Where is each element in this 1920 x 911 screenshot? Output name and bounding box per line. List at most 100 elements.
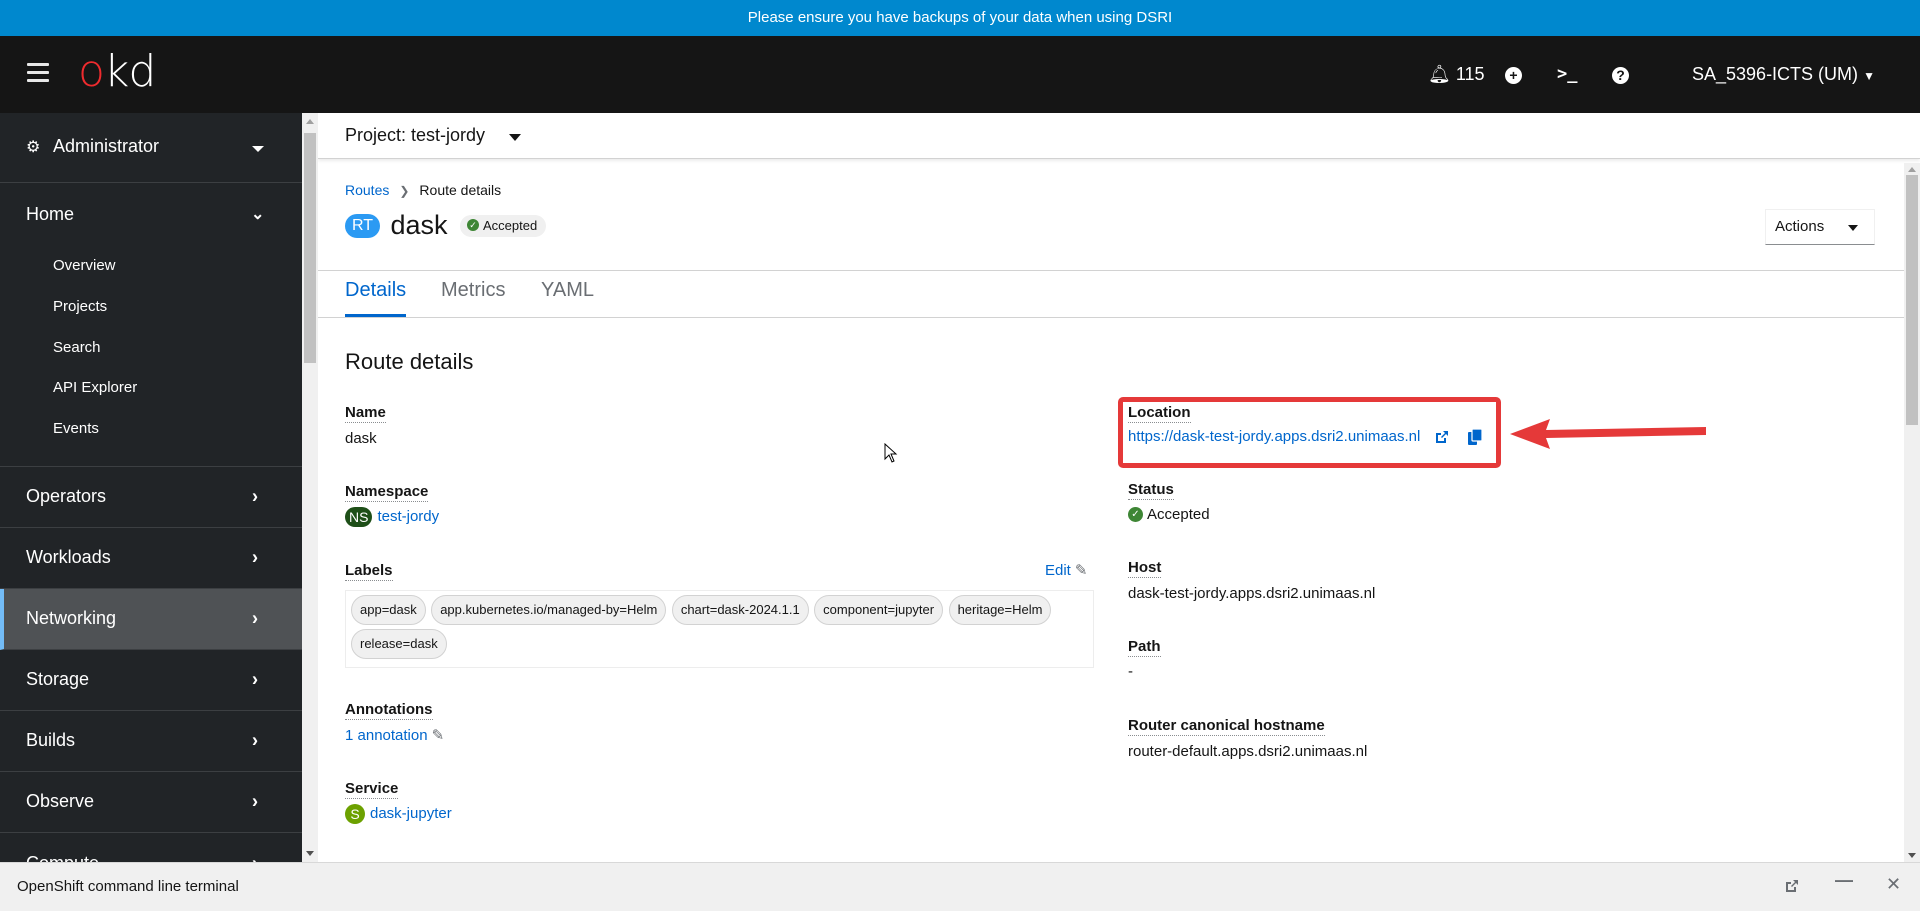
scroll-up-icon[interactable] — [1908, 167, 1916, 172]
breadcrumb: Routes ❯ Route details — [345, 182, 501, 198]
nav-home[interactable]: Home — [26, 204, 74, 225]
nav-section-home: Home ⌄ Overview Projects Search API Expl… — [0, 184, 302, 467]
chevron-right-icon: › — [252, 728, 258, 751]
labels-label: Labels — [345, 562, 393, 581]
content-scrollbar[interactable] — [1904, 163, 1920, 862]
copy-icon[interactable] — [1467, 429, 1482, 446]
location-label: Location — [1128, 404, 1191, 423]
chevron-down-icon[interactable]: ⌄ — [251, 204, 264, 224]
namespace-badge: NS — [345, 507, 373, 527]
tab-yaml[interactable]: YAML — [541, 279, 594, 317]
pencil-icon: ✎ — [1074, 562, 1088, 579]
perspective-switcher[interactable]: ⚙ Administrator — [0, 113, 302, 183]
status-value: ✓ Accepted — [1128, 506, 1210, 523]
nav-item-events[interactable]: Events — [53, 420, 99, 437]
annotations-link[interactable]: 1 annotation — [345, 727, 428, 744]
annotations-label: Annotations — [345, 701, 433, 720]
tab-metrics[interactable]: Metrics — [441, 279, 505, 317]
divider — [318, 317, 1904, 318]
nav-networking[interactable]: Networking › — [0, 589, 302, 650]
nav-builds[interactable]: Builds › — [0, 711, 302, 772]
nav-observe[interactable]: Observe › — [0, 772, 302, 833]
label-chip[interactable]: app.kubernetes.io/managed-by=Helm — [431, 595, 667, 625]
nav-item-overview[interactable]: Overview — [53, 257, 116, 274]
nav-storage[interactable]: Storage › — [0, 650, 302, 711]
terminal-label: OpenShift command line terminal — [17, 878, 239, 895]
nav-compute[interactable]: Compute › — [0, 834, 302, 862]
service-value: Sdask-jupyter — [345, 804, 452, 824]
terminal-button[interactable]: >_ — [1557, 36, 1577, 113]
edit-labels-button[interactable]: Edit ✎ — [1045, 561, 1087, 579]
nav-label: Compute — [26, 853, 99, 862]
mouse-cursor-icon — [884, 443, 898, 463]
scrollbar-thumb[interactable] — [304, 133, 316, 363]
caret-down-icon — [252, 146, 264, 152]
label-chip[interactable]: component=jupyter — [814, 595, 944, 625]
external-link-icon[interactable] — [1434, 429, 1450, 445]
okd-logo[interactable]: okd — [78, 46, 156, 97]
location-link[interactable]: https://dask-test-jordy.apps.dsri2.unima… — [1128, 428, 1420, 445]
plus-circle-icon: + — [1505, 66, 1522, 84]
resource-name: dask — [390, 210, 448, 240]
annotation-arrow — [1510, 419, 1706, 449]
chevron-right-icon: ❯ — [399, 184, 410, 198]
host-label: Host — [1128, 559, 1162, 578]
namespace-value: NS test-jordy — [345, 507, 439, 527]
namespace-link[interactable]: test-jordy — [377, 508, 439, 525]
check-circle-icon: ✓ — [467, 219, 479, 232]
resource-badge: RT — [345, 213, 381, 238]
terminal-drawer[interactable]: OpenShift command line terminal — ✕ — [0, 862, 1920, 911]
sidebar: ⚙ Administrator Home ⌄ Overview Projects… — [0, 113, 302, 862]
scroll-down-icon[interactable] — [1908, 853, 1916, 858]
nav-label: Operators — [26, 486, 107, 506]
tab-details[interactable]: Details — [345, 279, 407, 317]
cogs-icon: ⚙ — [26, 139, 41, 156]
breadcrumb-routes[interactable]: Routes — [345, 182, 389, 198]
main-content: Project: test-jordy Routes ❯ Route details… — [318, 113, 1920, 862]
external-link-icon[interactable] — [1784, 878, 1800, 894]
chevron-right-icon: › — [252, 789, 258, 812]
nav-label: Workloads — [26, 547, 111, 567]
service-label: Service — [345, 780, 399, 799]
sidebar-scrollbar[interactable] — [302, 113, 318, 862]
help-button[interactable]: ? — [1612, 36, 1629, 113]
service-link[interactable]: dask-jupyter — [370, 805, 452, 822]
status-label: Status — [1128, 481, 1174, 500]
label-chip[interactable]: heritage=Helm — [948, 595, 1052, 625]
nav-operators[interactable]: Operators › — [0, 467, 302, 528]
scroll-down-icon[interactable] — [306, 851, 314, 856]
notifications-button[interactable]: 🔔︎ 115 — [1428, 36, 1485, 113]
router-hostname-value: router-default.apps.dsri2.unimaas.nl — [1128, 743, 1368, 760]
user-label: SA_5396-ICTS (UM) — [1692, 64, 1859, 84]
scrollbar-thumb[interactable] — [1906, 175, 1918, 425]
label-chip[interactable]: chart=dask-2024.1.1 — [671, 595, 809, 625]
name-value: dask — [345, 430, 377, 447]
label-chip[interactable]: release=dask — [351, 629, 447, 659]
menu-icon[interactable] — [27, 63, 49, 83]
import-yaml-button[interactable]: + — [1505, 36, 1522, 113]
bell-icon: 🔔︎ — [1428, 64, 1451, 84]
chevron-right-icon: › — [252, 667, 258, 690]
scroll-up-icon[interactable] — [306, 119, 314, 124]
help-icon: ? — [1612, 66, 1629, 84]
name-label: Name — [345, 404, 386, 423]
minimize-icon[interactable]: — — [1835, 870, 1853, 891]
nav-item-api-explorer[interactable]: API Explorer — [53, 379, 137, 396]
project-selector[interactable]: Project: test-jordy — [318, 113, 1920, 159]
divider — [318, 270, 1904, 271]
status-badge: ✓ Accepted — [460, 214, 547, 237]
nav-label: Observe — [26, 791, 95, 811]
pencil-icon[interactable]: ✎ — [432, 726, 445, 744]
user-menu[interactable]: SA_5396-ICTS (UM) ▼ — [1692, 36, 1875, 113]
nav-workloads[interactable]: Workloads › — [0, 528, 302, 589]
logo-o: o — [78, 46, 105, 97]
actions-dropdown[interactable]: Actions — [1765, 209, 1875, 245]
nav-item-search[interactable]: Search — [53, 339, 101, 356]
caret-down-icon — [509, 134, 521, 141]
arrow-shaft — [1546, 427, 1706, 438]
arrow-head — [1510, 419, 1550, 449]
labels-list: app=dask app.kubernetes.io/managed-by=He… — [345, 590, 1094, 668]
label-chip[interactable]: app=dask — [351, 595, 426, 625]
nav-item-projects[interactable]: Projects — [53, 298, 107, 315]
close-icon[interactable]: ✕ — [1886, 874, 1901, 895]
